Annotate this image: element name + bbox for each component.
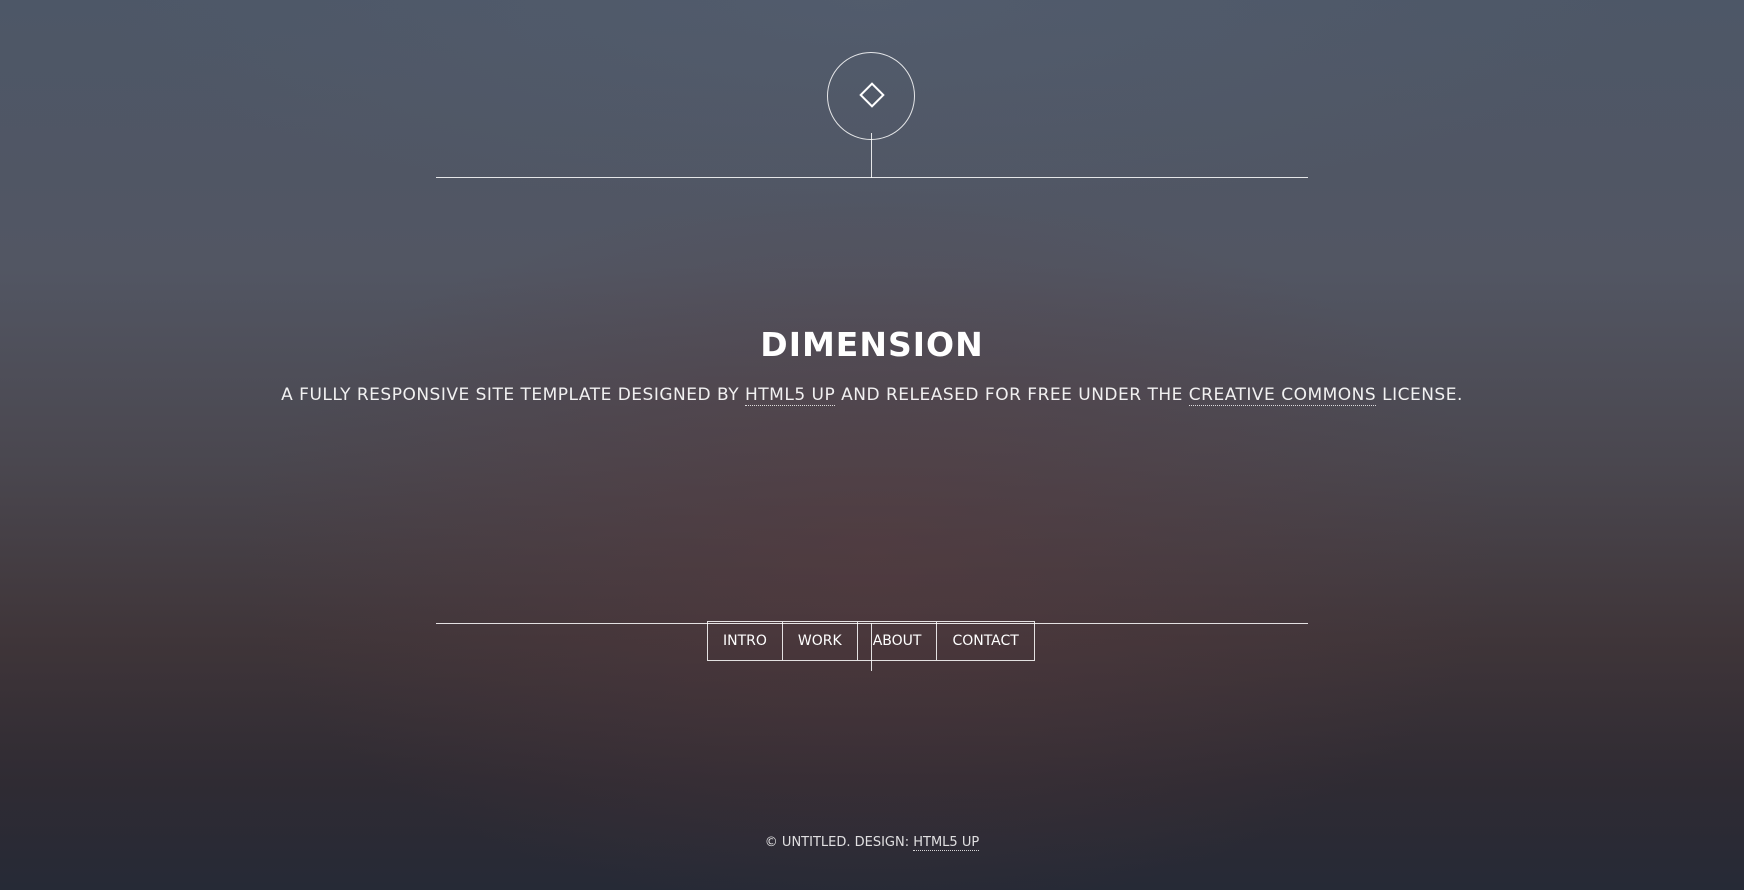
diamond-icon: [859, 82, 885, 108]
creative-commons-link[interactable]: CREATIVE COMMONS: [1188, 385, 1377, 406]
page-title: DIMENSION: [760, 325, 984, 364]
footer: © UNTITLED. DESIGN: HTML5 UP: [0, 835, 1744, 851]
nav-about[interactable]: ABOUT: [856, 622, 937, 660]
tagline-middle: AND RELEASED FOR FREE UNDER THE: [841, 385, 1183, 405]
nav-connector-line: [871, 623, 872, 671]
nav-intro[interactable]: INTRO: [708, 622, 782, 660]
html5up-link[interactable]: HTML5 UP: [745, 385, 836, 406]
nav-contact[interactable]: CONTACT: [936, 622, 1033, 660]
nav-work[interactable]: WORK: [781, 622, 857, 660]
tagline: A FULLY RESPONSIVE SITE TEMPLATE DESIGNE…: [0, 385, 1744, 406]
logo: [827, 52, 915, 140]
tagline-suffix: LICENSE.: [1382, 385, 1463, 405]
tagline-prefix: A FULLY RESPONSIVE SITE TEMPLATE DESIGNE…: [281, 385, 740, 405]
footer-html5up-link[interactable]: HTML5 UP: [913, 835, 980, 851]
header-divider: [436, 177, 1308, 178]
page: DIMENSION A FULLY RESPONSIVE SITE TEMPLA…: [0, 0, 1744, 890]
footer-copyright: © UNTITLED. DESIGN:: [764, 835, 910, 850]
logo-connector-line: [871, 133, 872, 178]
